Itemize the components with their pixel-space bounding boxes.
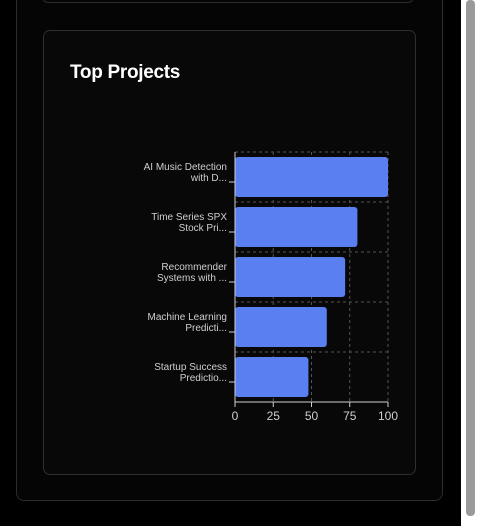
x-tick-label: 100 bbox=[378, 409, 398, 423]
scrollbar-thumb[interactable] bbox=[466, 0, 475, 516]
y-tick-label: Predicti... bbox=[185, 323, 227, 334]
y-tick-label: Stock Pri... bbox=[179, 223, 227, 234]
y-tick-label: Machine Learning bbox=[148, 312, 228, 323]
x-tick-label: 75 bbox=[343, 409, 357, 423]
bar bbox=[235, 357, 309, 397]
bar bbox=[235, 307, 327, 347]
y-tick-label: with D... bbox=[190, 173, 227, 184]
y-tick-label: Systems with ... bbox=[157, 273, 227, 284]
bar bbox=[235, 207, 358, 247]
x-tick-label: 50 bbox=[305, 409, 319, 423]
bar bbox=[235, 257, 346, 297]
y-tick-label: Recommender bbox=[161, 262, 227, 273]
y-tick-label: Startup Success bbox=[154, 362, 227, 373]
y-tick-label: Time Series SPX bbox=[151, 212, 227, 223]
y-tick-label: AI Music Detection bbox=[144, 162, 227, 173]
top-projects-chart: AI Music Detectionwith D... Time Series S… bbox=[144, 151, 398, 423]
x-tick-label: 25 bbox=[267, 409, 281, 423]
x-tick-label: 0 bbox=[232, 409, 239, 423]
y-tick-label: Predictio... bbox=[180, 373, 227, 384]
bar bbox=[235, 157, 388, 197]
